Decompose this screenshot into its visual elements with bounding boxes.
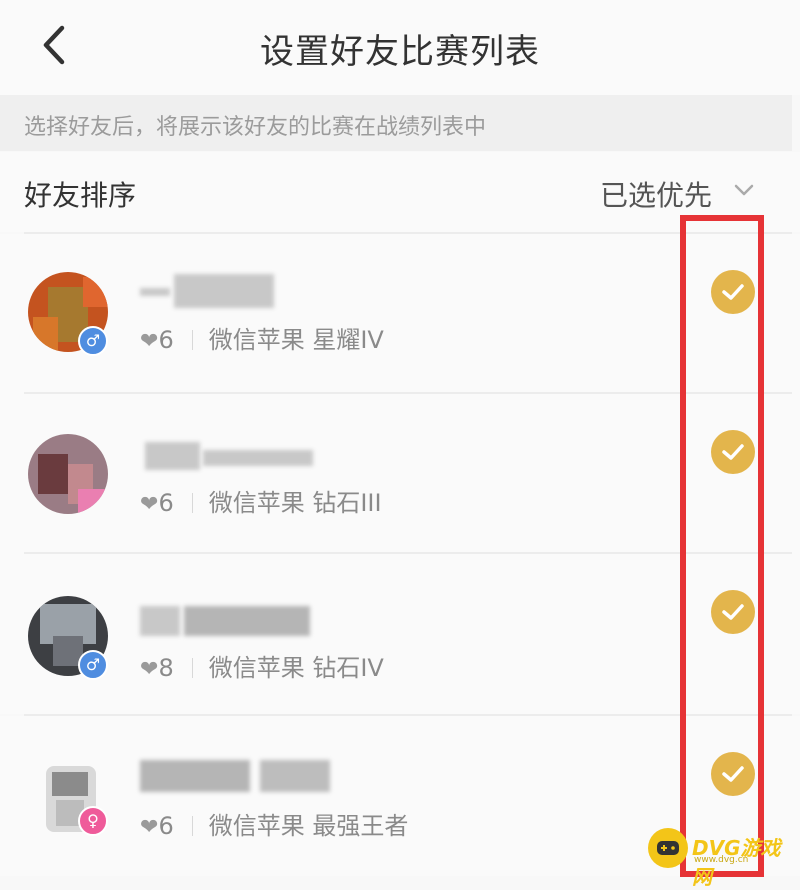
separator <box>191 493 193 513</box>
rank-label: 钻石IV <box>312 654 384 682</box>
friend-name <box>140 602 320 636</box>
gender-male-icon: ♂ <box>78 650 108 680</box>
gender-female-icon: ♀ <box>78 806 108 836</box>
header: 设置好友比赛列表 <box>0 0 800 95</box>
rank-label: 最强王者 <box>312 812 409 840</box>
sort-label: 好友排序 <box>24 179 137 212</box>
gender-male-icon: ♂ <box>78 326 108 356</box>
rank-label: 星耀IV <box>312 326 384 354</box>
heart-icon: ❤ <box>140 492 159 517</box>
heart-icon: ❤ <box>140 329 159 354</box>
platform-label: 微信苹果 <box>208 326 305 354</box>
notice-bar: 选择好友后，将展示该好友的比赛在战绩列表中 <box>0 95 792 151</box>
friend-name <box>140 758 335 792</box>
gamepad-icon <box>648 828 688 868</box>
like-count: 6 <box>158 489 174 517</box>
rank-label: 钻石III <box>312 489 382 517</box>
friend-meta: ❤6 微信苹果 星耀IV <box>140 320 384 355</box>
watermark-url: www.dvg.cn <box>694 855 749 865</box>
sort-dropdown[interactable]: 已选优先 <box>600 174 712 214</box>
friend-meta: ❤6 微信苹果 最强王者 <box>140 806 408 841</box>
friend-name <box>145 436 315 470</box>
heart-icon: ❤ <box>140 815 159 840</box>
highlight-box <box>680 215 764 877</box>
watermark: DVG游戏网 www.dvg.cn <box>648 828 796 889</box>
platform-label: 微信苹果 <box>208 489 305 517</box>
friend-meta: ❤6 微信苹果 钻石III <box>140 483 382 518</box>
separator <box>191 658 193 678</box>
platform-label: 微信苹果 <box>208 812 305 840</box>
like-count: 8 <box>158 654 174 682</box>
like-count: 6 <box>158 326 174 354</box>
separator <box>191 330 193 350</box>
like-count: 6 <box>158 812 174 840</box>
page-title: 设置好友比赛列表 <box>260 32 540 72</box>
friend-name <box>140 274 275 308</box>
friend-meta: ❤8 微信苹果 钻石IV <box>140 648 384 683</box>
chevron-down-icon[interactable] <box>733 182 755 198</box>
avatar <box>28 434 108 514</box>
heart-icon: ❤ <box>140 657 159 682</box>
separator <box>191 816 193 836</box>
notice-text: 选择好友后，将展示该好友的比赛在战绩列表中 <box>24 115 487 140</box>
platform-label: 微信苹果 <box>208 654 305 682</box>
